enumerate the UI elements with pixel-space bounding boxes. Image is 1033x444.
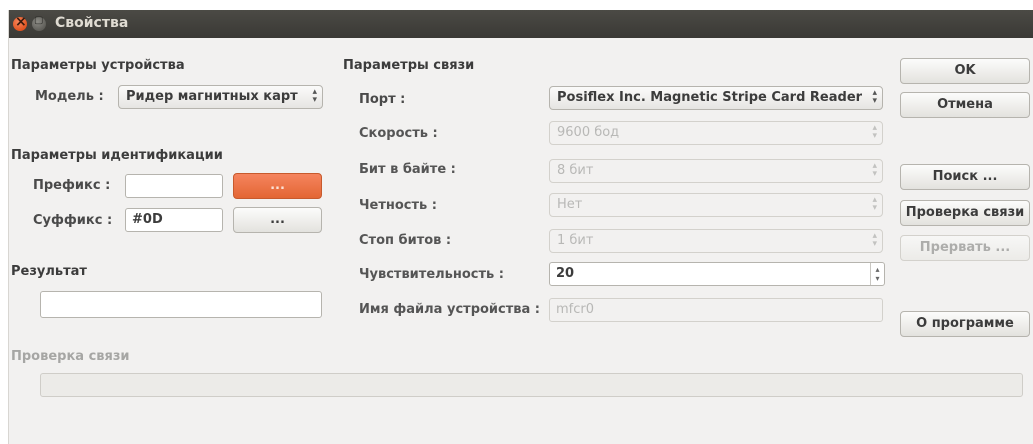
suffix-browse-button[interactable]: ... (233, 207, 322, 233)
port-label: Порт : (359, 92, 406, 107)
bits-label: Бит в байте : (359, 162, 456, 177)
window-title: Свойства (55, 15, 129, 31)
suffix-label: Суффикс : (33, 213, 113, 228)
model-value: Ридер магнитных карт (126, 89, 298, 104)
result-field[interactable] (40, 291, 322, 318)
ident-params-heading: Параметры идентификации (11, 148, 223, 163)
updown-arrow-icon: ▴ ▾ (872, 123, 877, 141)
abort-button[interactable]: Прервать ... (900, 235, 1030, 261)
updown-arrow-icon: ▴ ▾ (872, 88, 877, 106)
connection-check-progress (40, 373, 1023, 397)
sensitivity-label: Чувствительность : (359, 267, 504, 282)
port-value: Posiflex Inc. Magnetic Stripe Card Reade… (557, 90, 863, 105)
model-select[interactable]: Ридер магнитных карт ▴ ▾ (118, 85, 323, 109)
device-file-label: Имя файла устройства : (359, 302, 541, 317)
ok-button[interactable]: OK (900, 58, 1030, 84)
sensitivity-spinbox[interactable]: 20 ▴ ▾ (549, 262, 885, 286)
minimize-icon[interactable] (32, 15, 46, 31)
spin-arrows-icon[interactable]: ▴ ▾ (870, 263, 884, 285)
check-connection-button[interactable]: Проверка связи (900, 200, 1030, 226)
parity-label: Четность : (359, 198, 437, 213)
stop-bits-value: 1 бит (557, 233, 594, 248)
speed-select[interactable]: 9600 бод ▴ ▾ (549, 121, 883, 145)
speed-value: 9600 бод (557, 125, 620, 140)
sensitivity-value: 20 (556, 266, 575, 281)
updown-arrow-icon: ▴ ▾ (872, 161, 877, 179)
parity-select[interactable]: Нет ▴ ▾ (549, 193, 883, 217)
close-icon[interactable] (13, 14, 27, 31)
port-select[interactable]: Posiflex Inc. Magnetic Stripe Card Reade… (549, 86, 883, 110)
prefix-field[interactable] (125, 174, 223, 198)
properties-dialog: Свойства Параметры устройства Модель : Р… (8, 10, 1033, 444)
bits-select[interactable]: 8 бит ▴ ▾ (549, 159, 883, 183)
model-label: Модель : (35, 89, 104, 104)
parity-value: Нет (557, 197, 583, 212)
search-button[interactable]: Поиск ... (900, 164, 1030, 190)
cancel-button[interactable]: Отмена (900, 92, 1030, 118)
speed-label: Скорость : (359, 126, 438, 141)
device-params-heading: Параметры устройства (11, 58, 185, 73)
comm-params-heading: Параметры связи (343, 58, 475, 73)
result-heading: Результат (11, 264, 87, 279)
prefix-label: Префикс : (33, 178, 111, 193)
bits-value: 8 бит (557, 163, 594, 178)
about-button[interactable]: О программе (900, 311, 1030, 337)
updown-arrow-icon: ▴ ▾ (872, 195, 877, 213)
device-file-field[interactable]: mfcr0 (549, 298, 883, 322)
prefix-browse-button[interactable]: ... (233, 173, 322, 199)
title-bar: Свойства (9, 10, 1033, 38)
stop-bits-select[interactable]: 1 бит ▴ ▾ (549, 229, 883, 253)
stop-bits-label: Стоп битов : (359, 233, 452, 248)
connection-check-heading: Проверка связи (11, 349, 130, 364)
updown-arrow-icon: ▴ ▾ (872, 231, 877, 249)
suffix-field[interactable]: #0D (125, 208, 223, 232)
updown-arrow-icon: ▴ ▾ (312, 87, 317, 105)
